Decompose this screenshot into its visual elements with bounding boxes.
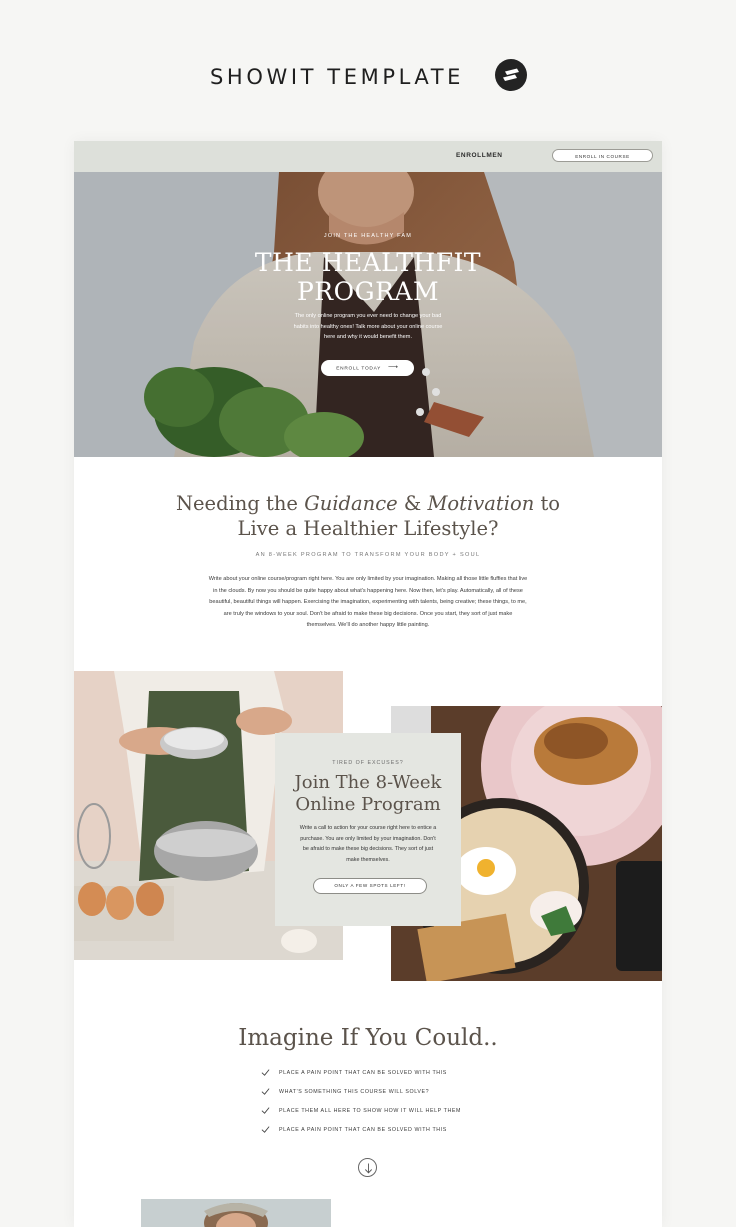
hero-title-line1: THE HEALTHFIT [254,248,482,277]
hero-description: The only online program you ever need to… [293,313,443,340]
benefits-list: PLACE A PAIN POINT THAT CAN BE SOLVED WI… [261,1068,561,1144]
checkmark-icon [261,1088,270,1095]
intro-heading-text: to [534,492,561,515]
hero-title: THE HEALTHFIT PROGRAM [74,248,662,306]
list-item: PLACE A PAIN POINT THAT CAN BE SOLVED WI… [261,1068,561,1087]
cta-title-line2: Online Program [295,794,441,815]
brand-header: SHOWIT TEMPLATE [0,55,736,97]
intro-subtitle: AN 8-WEEK PROGRAM TO TRANSFORM YOUR BODY… [255,552,481,558]
brand-title: SHOWIT TEMPLATE [210,65,465,89]
checkmark-icon [261,1126,270,1133]
hero-section: JOIN THE HEALTHY FAM THE HEALTHFIT PROGR… [74,172,662,457]
intro-heading-emphasis-guidance: Guidance [304,492,398,515]
imagine-heading: Imagine If You Could.. [238,1025,498,1051]
arrow-right-icon: ⟶ [387,364,399,371]
cta-title: Join The 8-Week Online Program [275,772,461,816]
list-item: WHAT'S SOMETHING THIS COURSE WILL SOLVE? [261,1087,561,1106]
intro-heading-line1: Needing the Guidance & Motivation to [74,491,662,516]
intro-heading-line2: Live a Healthier Lifestyle? [237,517,499,540]
cta-card: TIRED OF EXCUSES? Join The 8-Week Online… [275,733,461,926]
list-item-text: PLACE THEM ALL HERE TO SHOW HOW IT WILL … [279,1108,462,1114]
hero-eyebrow: JOIN THE HEALTHY FAM [323,233,413,239]
nav-link-enroll[interactable]: ENROLLMEN [456,152,503,159]
list-item-text: WHAT'S SOMETHING THIS COURSE WILL SOLVE? [279,1089,430,1095]
enroll-in-course-button[interactable]: ENROLL IN COURSE [552,149,653,162]
hero-title-line2: PROGRAM [296,277,440,306]
cta-eyebrow: TIRED OF EXCUSES? [332,760,404,766]
intro-heading-text: & [397,492,428,515]
arrow-down-circle-icon[interactable] [358,1158,377,1177]
cta-title-line1: Join The 8-Week [294,772,442,793]
intro-body: Write about your online course/program r… [208,576,528,628]
enroll-today-label: ENROLL TODAY [336,366,381,372]
list-item: PLACE THEM ALL HERE TO SHOW HOW IT WILL … [261,1106,561,1125]
intro-heading-emphasis-motivation: Motivation [427,492,535,515]
portrait-photo [141,1199,331,1227]
intro-heading: Needing the Guidance & Motivation to Liv… [74,491,662,541]
list-item-text: PLACE A PAIN POINT THAT CAN BE SOLVED WI… [279,1127,447,1133]
enroll-today-button[interactable]: ENROLL TODAY ⟶ [321,360,414,376]
cta-body: Write a call to action for your course r… [299,825,437,863]
spots-left-button[interactable]: ONLY A FEW SPOTS LEFT! [313,878,427,894]
showit-logo-icon [495,59,527,91]
intro-heading-text: Needing the [175,492,305,515]
navbar: ENROLLMEN ENROLL IN COURSE [74,141,662,172]
checkmark-icon [261,1069,270,1076]
list-item-text: PLACE A PAIN POINT THAT CAN BE SOLVED WI… [279,1070,447,1076]
template-preview: ENROLLMEN ENROLL IN COURSE JOIN THE HEAL… [74,141,662,1227]
checkmark-icon [261,1107,270,1114]
list-item: PLACE A PAIN POINT THAT CAN BE SOLVED WI… [261,1125,561,1144]
